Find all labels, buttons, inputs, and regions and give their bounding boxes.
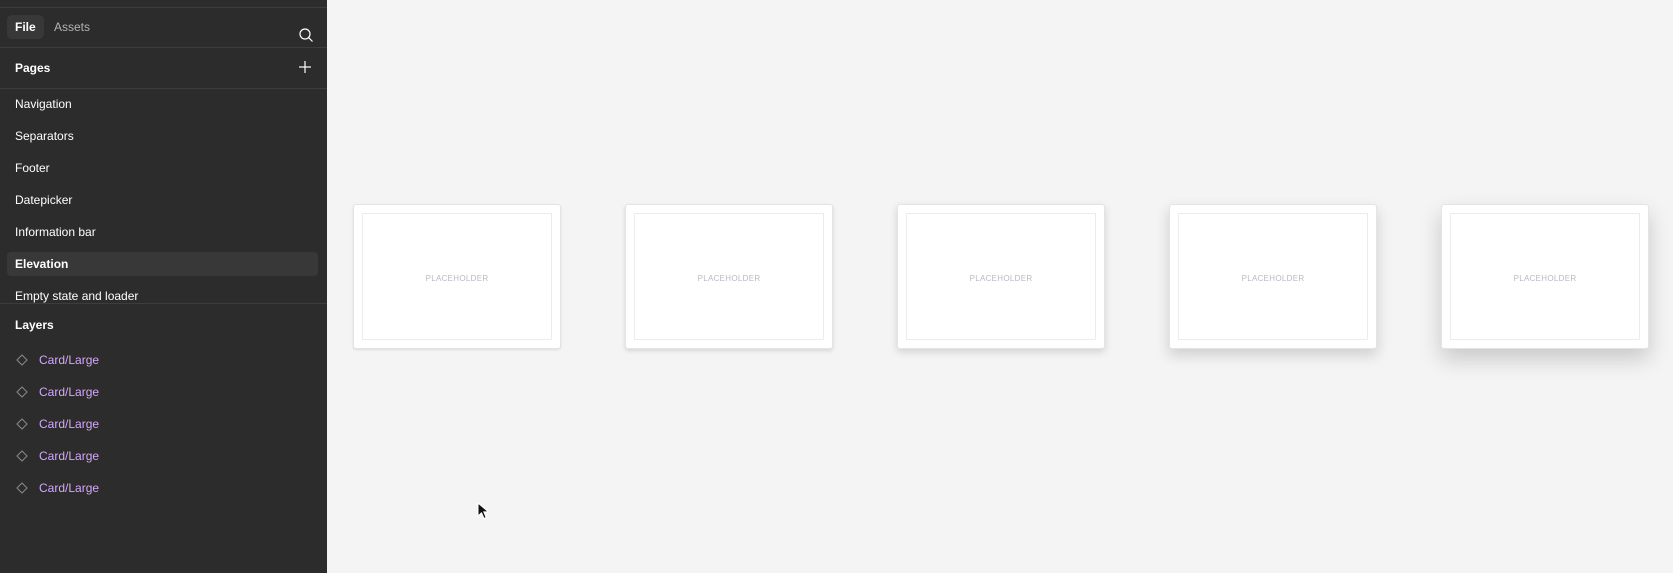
elevation-card[interactable]: PLACEHOLDER bbox=[897, 204, 1105, 349]
layer-item[interactable]: Card/Large bbox=[7, 444, 318, 468]
mouse-cursor-icon bbox=[477, 502, 490, 520]
component-diamond-icon bbox=[16, 450, 28, 462]
layer-item[interactable]: Card/Large bbox=[7, 412, 318, 436]
layers-heading: Layers bbox=[15, 318, 54, 332]
layer-name: Card/Large bbox=[39, 385, 100, 399]
search-icon[interactable] bbox=[298, 27, 314, 43]
pages-divider bbox=[0, 88, 327, 89]
sidebar-tabs: File Assets bbox=[0, 8, 327, 48]
layer-item[interactable]: Card/Large bbox=[7, 348, 318, 372]
page-item-separators[interactable]: Separators bbox=[7, 124, 318, 148]
layer-item[interactable]: Card/Large bbox=[7, 476, 318, 500]
card-placeholder-frame: PLACEHOLDER bbox=[362, 213, 552, 340]
page-item-empty-state-and-loader[interactable]: Empty state and loader bbox=[7, 284, 318, 308]
elevation-card[interactable]: PLACEHOLDER bbox=[1441, 204, 1649, 349]
placeholder-text: PLACEHOLDER bbox=[425, 274, 489, 283]
card-placeholder-frame: PLACEHOLDER bbox=[634, 213, 824, 340]
placeholder-text: PLACEHOLDER bbox=[1241, 274, 1305, 283]
pages-heading: Pages bbox=[15, 61, 51, 75]
sidebar-top-strip bbox=[0, 0, 327, 8]
component-diamond-icon bbox=[16, 386, 28, 398]
add-page-plus-icon[interactable] bbox=[298, 60, 312, 74]
tab-assets[interactable]: Assets bbox=[46, 15, 98, 39]
left-sidebar: File Assets Pages Navigation Separators … bbox=[0, 0, 327, 573]
component-diamond-icon bbox=[16, 418, 28, 430]
component-diamond-icon bbox=[16, 354, 28, 366]
layer-item[interactable]: Card/Large bbox=[7, 380, 318, 404]
elevation-card[interactable]: PLACEHOLDER bbox=[1169, 204, 1377, 349]
page-item-footer[interactable]: Footer bbox=[7, 156, 318, 180]
placeholder-text: PLACEHOLDER bbox=[969, 274, 1033, 283]
layer-name: Card/Large bbox=[39, 353, 100, 367]
placeholder-text: PLACEHOLDER bbox=[1513, 274, 1577, 283]
component-diamond-icon bbox=[16, 482, 28, 494]
page-item-datepicker[interactable]: Datepicker bbox=[7, 188, 318, 212]
layer-name: Card/Large bbox=[39, 417, 100, 431]
tab-file[interactable]: File bbox=[7, 15, 44, 39]
page-item-information-bar[interactable]: Information bar bbox=[7, 220, 318, 244]
page-item-elevation[interactable]: Elevation bbox=[7, 252, 318, 276]
layers-divider bbox=[0, 303, 327, 304]
elevation-card[interactable]: PLACEHOLDER bbox=[625, 204, 833, 349]
card-placeholder-frame: PLACEHOLDER bbox=[906, 213, 1096, 340]
card-placeholder-frame: PLACEHOLDER bbox=[1450, 213, 1640, 340]
layer-name: Card/Large bbox=[39, 481, 100, 495]
layer-name: Card/Large bbox=[39, 449, 100, 463]
page-item-navigation[interactable]: Navigation bbox=[7, 92, 318, 116]
elevation-card[interactable]: PLACEHOLDER bbox=[353, 204, 561, 349]
placeholder-text: PLACEHOLDER bbox=[697, 274, 761, 283]
card-placeholder-frame: PLACEHOLDER bbox=[1178, 213, 1368, 340]
